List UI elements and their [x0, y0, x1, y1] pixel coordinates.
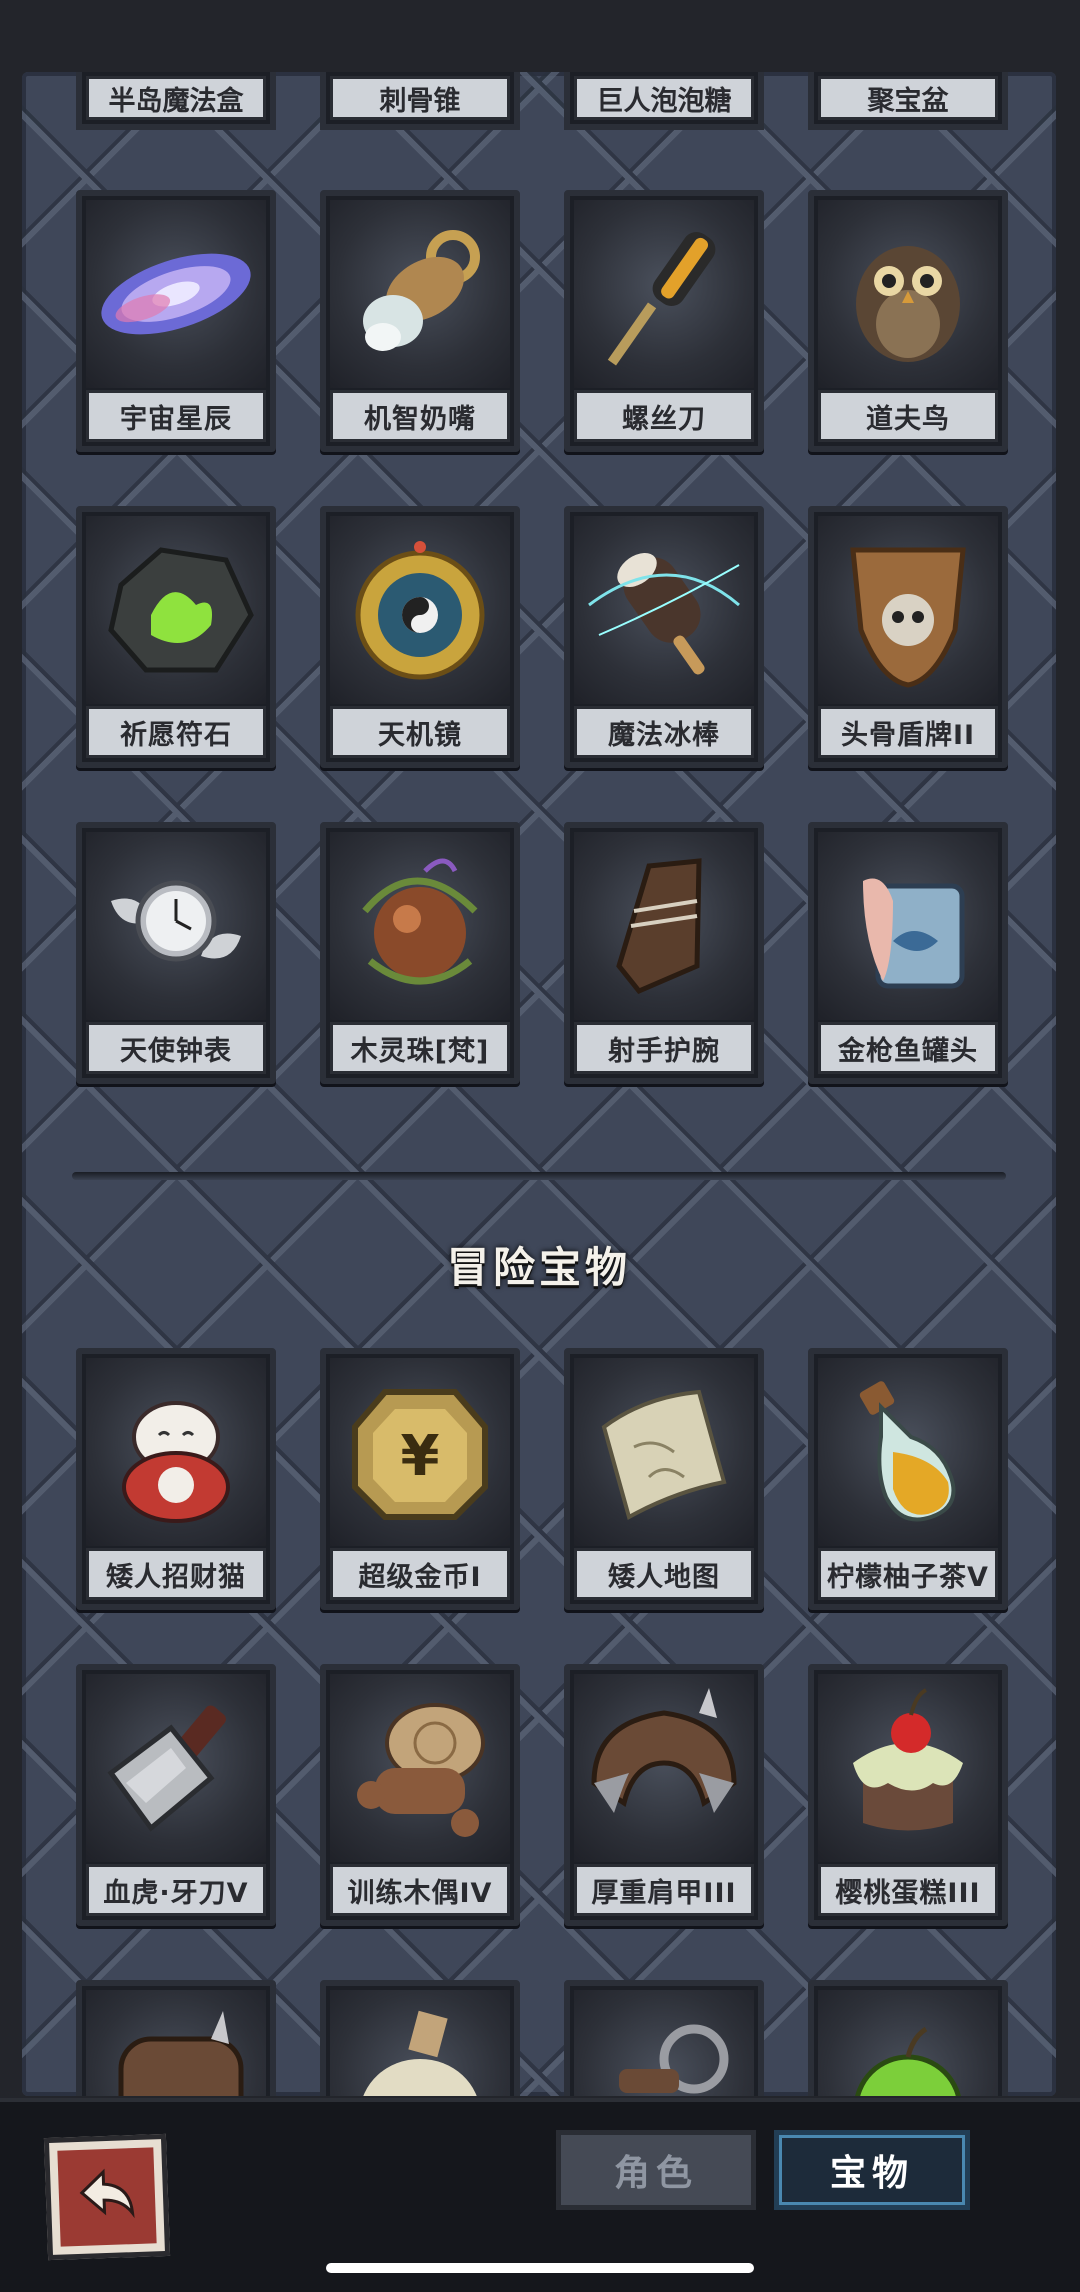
treasure-card[interactable]: 天使钟表 [76, 822, 276, 1084]
map-scroll-icon [574, 1358, 754, 1546]
treasure-label: 厚重肩甲III [574, 1864, 754, 1916]
treasure-label: 训练木偶IV [330, 1864, 510, 1916]
treasure-label: 螺丝刀 [574, 390, 754, 442]
treasure-card[interactable]: 聚宝盆 [808, 72, 1008, 130]
svg-text:¥: ¥ [401, 1424, 440, 1489]
treasure-card[interactable]: 螺丝刀 [564, 190, 764, 452]
cherry-cake-icon [818, 1674, 998, 1862]
treasure-card[interactable] [808, 1980, 1008, 2096]
treasure-card[interactable]: 宇宙星辰 [76, 190, 276, 452]
rune-stone-icon [86, 516, 266, 704]
treasure-card[interactable] [564, 1980, 764, 2096]
treasure-card[interactable]: 刺骨锥 [320, 72, 520, 130]
treasure-card[interactable]: 头骨盾牌II [808, 506, 1008, 768]
treasure-label: 金枪鱼罐头 [818, 1022, 998, 1074]
treasure-card[interactable]: 血虎·牙刀V [76, 1664, 276, 1926]
treasure-label: 天机镜 [330, 706, 510, 758]
treasure-card[interactable]: 祈愿符石 [76, 506, 276, 768]
ice-pop-icon [574, 516, 754, 704]
treasure-panel: 半岛魔法盒 刺骨锥 巨人泡泡糖 聚宝盆 宇宙星辰 机智奶嘴 螺丝刀 道夫鸟 祈愿… [22, 72, 1056, 2096]
treasure-card[interactable]: ¥ 超级金币I [320, 1348, 520, 1610]
home-indicator[interactable] [326, 2263, 754, 2273]
treasure-label: 血虎·牙刀V [86, 1864, 266, 1916]
treasure-label: 射手护腕 [574, 1022, 754, 1074]
treasure-card[interactable]: 木灵珠[梵] [320, 822, 520, 1084]
treasure-card[interactable]: 厚重肩甲III [564, 1664, 764, 1926]
treasure-label: 魔法冰棒 [574, 706, 754, 758]
bagua-mirror-icon [330, 516, 510, 704]
return-arrow-icon [57, 2147, 157, 2247]
screwdriver-icon [574, 200, 754, 388]
treasure-card[interactable]: 射手护腕 [564, 822, 764, 1084]
shoulder-armor-icon [574, 1674, 754, 1862]
treasure-label: 巨人泡泡糖 [574, 76, 754, 120]
treasure-card[interactable]: 巨人泡泡糖 [564, 72, 764, 130]
treasure-label: 矮人地图 [574, 1548, 754, 1600]
treasure-label: 超级金币I [330, 1548, 510, 1600]
treasure-label: 头骨盾牌II [818, 706, 998, 758]
treasure-card[interactable]: 道夫鸟 [808, 190, 1008, 452]
treasure-card[interactable] [76, 1980, 276, 2096]
treasure-label: 刺骨锥 [330, 76, 510, 120]
treasure-label: 机智奶嘴 [330, 390, 510, 442]
sack-icon [330, 1990, 510, 2096]
treasure-label: 祈愿符石 [86, 706, 266, 758]
treasure-card[interactable]: 魔法冰棒 [564, 506, 764, 768]
potion-bottle-icon [818, 1358, 998, 1546]
tab-roles[interactable]: 角色 [556, 2130, 756, 2210]
treasure-card[interactable]: 金枪鱼罐头 [808, 822, 1008, 1084]
green-apple-icon [818, 1990, 998, 2096]
gold-coin-icon: ¥ [330, 1358, 510, 1546]
bracer-icon [574, 832, 754, 1020]
tuna-can-icon [818, 832, 998, 1020]
treasure-card[interactable]: 樱桃蛋糕III [808, 1664, 1008, 1926]
treasure-card[interactable]: 天机镜 [320, 506, 520, 768]
treasure-label: 柠檬柚子茶V [818, 1548, 998, 1600]
section-title: 冒险宝物 [446, 1243, 631, 1292]
treasure-label: 聚宝盆 [818, 76, 998, 120]
tab-treasure[interactable]: 宝物 [774, 2130, 970, 2210]
cleaver-icon [86, 1674, 266, 1862]
key-ring-icon [574, 1990, 754, 2096]
treasure-card[interactable]: 训练木偶IV [320, 1664, 520, 1926]
owl-icon [818, 200, 998, 388]
back-button[interactable] [43, 2133, 171, 2261]
galaxy-icon [86, 200, 266, 388]
skull-shield-icon [818, 516, 998, 704]
treasure-card[interactable]: 矮人招财猫 [76, 1348, 276, 1610]
treasure-label: 宇宙星辰 [86, 390, 266, 442]
treasure-label: 天使钟表 [86, 1022, 266, 1074]
treasure-card[interactable] [320, 1980, 520, 2096]
treasure-label: 矮人招财猫 [86, 1548, 266, 1600]
treasure-label: 半岛魔法盒 [86, 76, 266, 120]
pacifier-icon [330, 200, 510, 388]
treasure-card[interactable]: 机智奶嘴 [320, 190, 520, 452]
treasure-scroll-area[interactable]: 半岛魔法盒 刺骨锥 巨人泡泡糖 聚宝盆 宇宙星辰 机智奶嘴 螺丝刀 道夫鸟 祈愿… [22, 72, 1056, 2096]
treasure-card[interactable]: 柠檬柚子茶V [808, 1348, 1008, 1610]
wooden-dummy-icon [330, 1674, 510, 1862]
wood-orb-icon [330, 832, 510, 1020]
treasure-label: 木灵珠[梵] [330, 1022, 510, 1074]
treasure-label: 樱桃蛋糕III [818, 1864, 998, 1916]
treasure-label: 道夫鸟 [818, 390, 998, 442]
winged-clock-icon [86, 832, 266, 1020]
treasure-card[interactable]: 矮人地图 [564, 1348, 764, 1610]
lucky-cat-icon [86, 1358, 266, 1546]
section-divider [72, 1172, 1006, 1180]
treasure-card[interactable]: 半岛魔法盒 [76, 72, 276, 130]
spiked-barrel-icon [86, 1990, 266, 2096]
